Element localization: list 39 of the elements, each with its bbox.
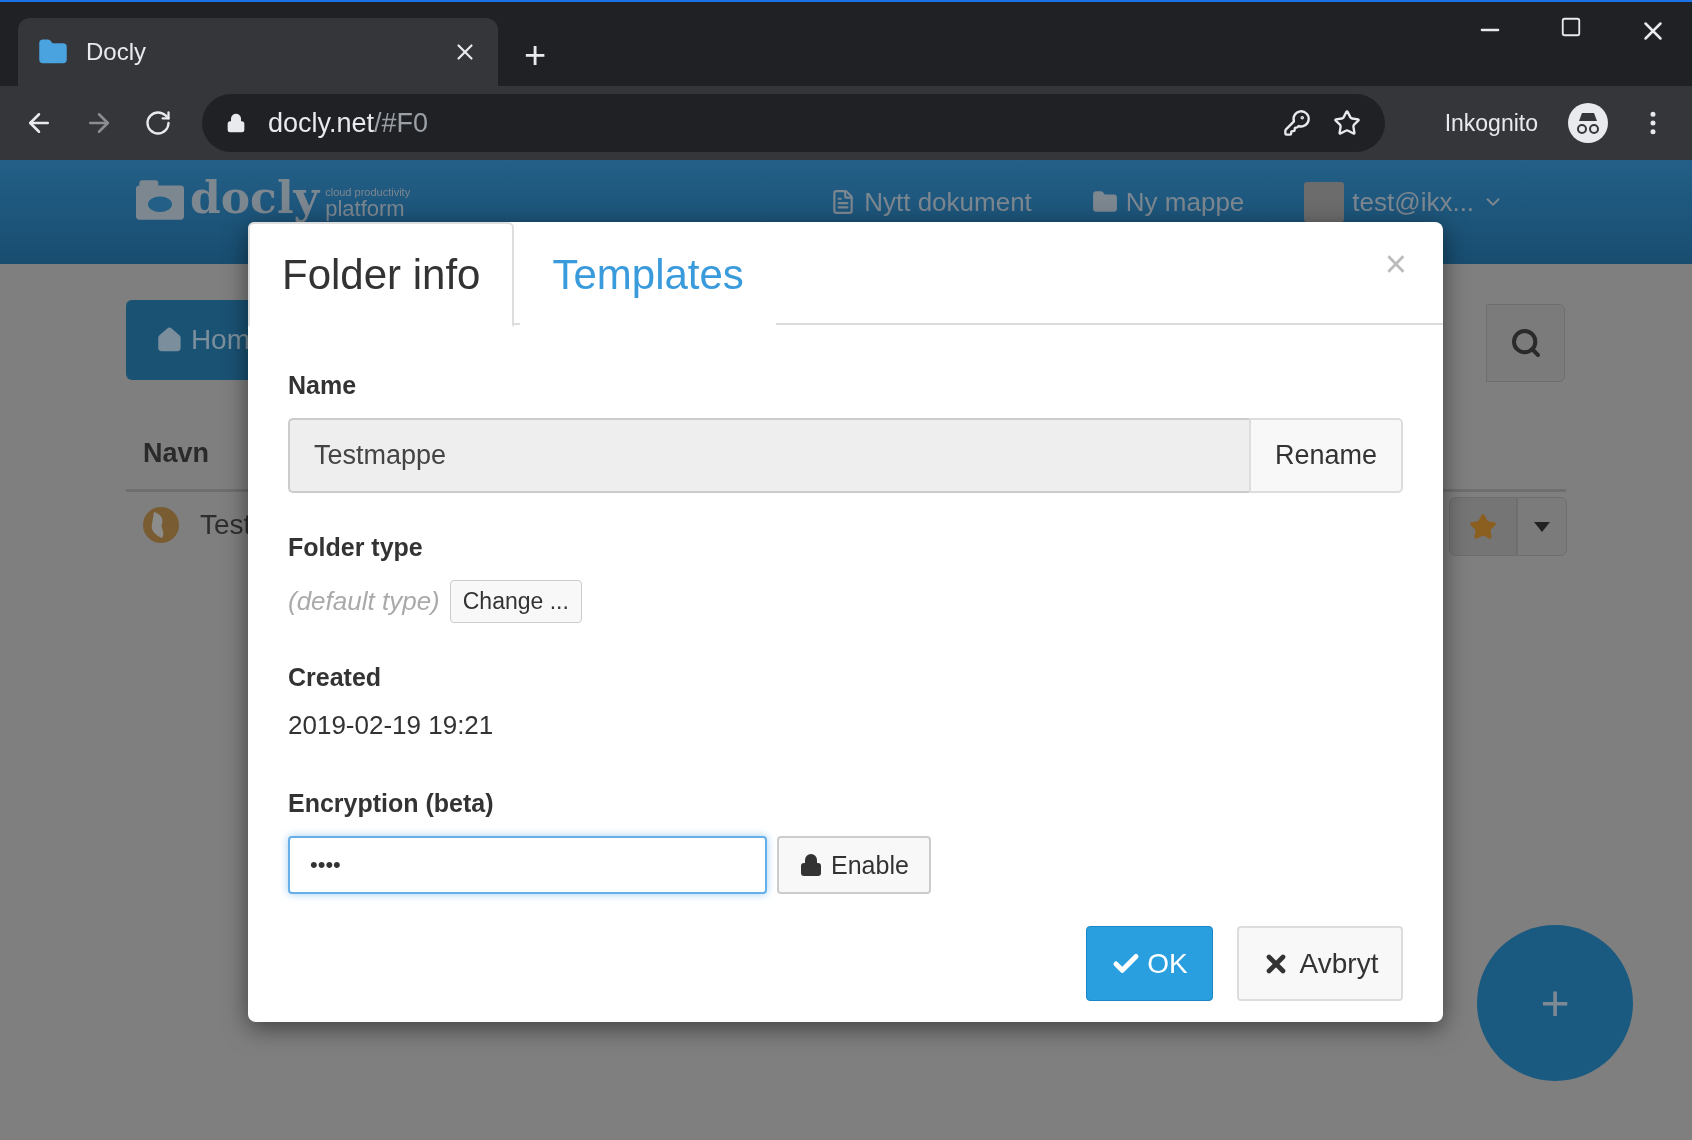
logo-tagline: cloud productivity [325,186,411,198]
field-label: Folder type [288,533,424,562]
new-tab-button[interactable]: + [524,36,547,74]
search-icon [1509,327,1542,359]
logo-text: docly [190,176,320,220]
column-header: Navn [143,438,210,469]
caret-icon [1534,521,1550,532]
field-label: Encryption (beta) [288,789,495,818]
name-field[interactable]: Testmappe [288,418,1249,493]
folder-icon [1091,189,1118,215]
password-field[interactable]: •••• [288,836,767,894]
created-date: 2019-02-19 19:21 [288,710,495,741]
cancel-button[interactable]: Avbryt [1237,926,1403,1001]
field-label: Name [288,371,358,400]
avatar-icon [1304,182,1345,222]
profile-label[interactable]: Inkognito [1444,109,1538,137]
reload-icon[interactable] [144,109,172,137]
dialog-tab[interactable]: Folder info [248,222,515,327]
maximize-icon[interactable] [1560,16,1582,38]
rename-button[interactable]: Rename [1248,418,1403,493]
key-icon[interactable] [1282,109,1311,137]
change-button[interactable]: Change ... [449,580,582,623]
search-button[interactable] [1486,304,1565,382]
bookmark-star-icon[interactable] [1332,109,1361,137]
folder-type-value: (default type) [288,586,440,617]
logo-tagline: platform [325,198,405,220]
globe-icon [142,506,180,544]
enable-button[interactable]: Enable [777,836,931,894]
dropdown-button[interactable] [1517,497,1567,556]
star-icon [1469,512,1497,541]
browser-tab[interactable]: Docly [18,18,498,86]
tab-title: Docly [86,38,147,66]
field-label: Created [288,663,383,692]
lock-icon [226,113,246,133]
logo-icon [136,180,184,220]
url-text: docly.net/#F0 [268,107,430,139]
incognito-icon[interactable] [1568,103,1608,143]
address-bar[interactable]: docly.net/#F0 [202,94,1385,152]
lock-icon [799,853,823,877]
